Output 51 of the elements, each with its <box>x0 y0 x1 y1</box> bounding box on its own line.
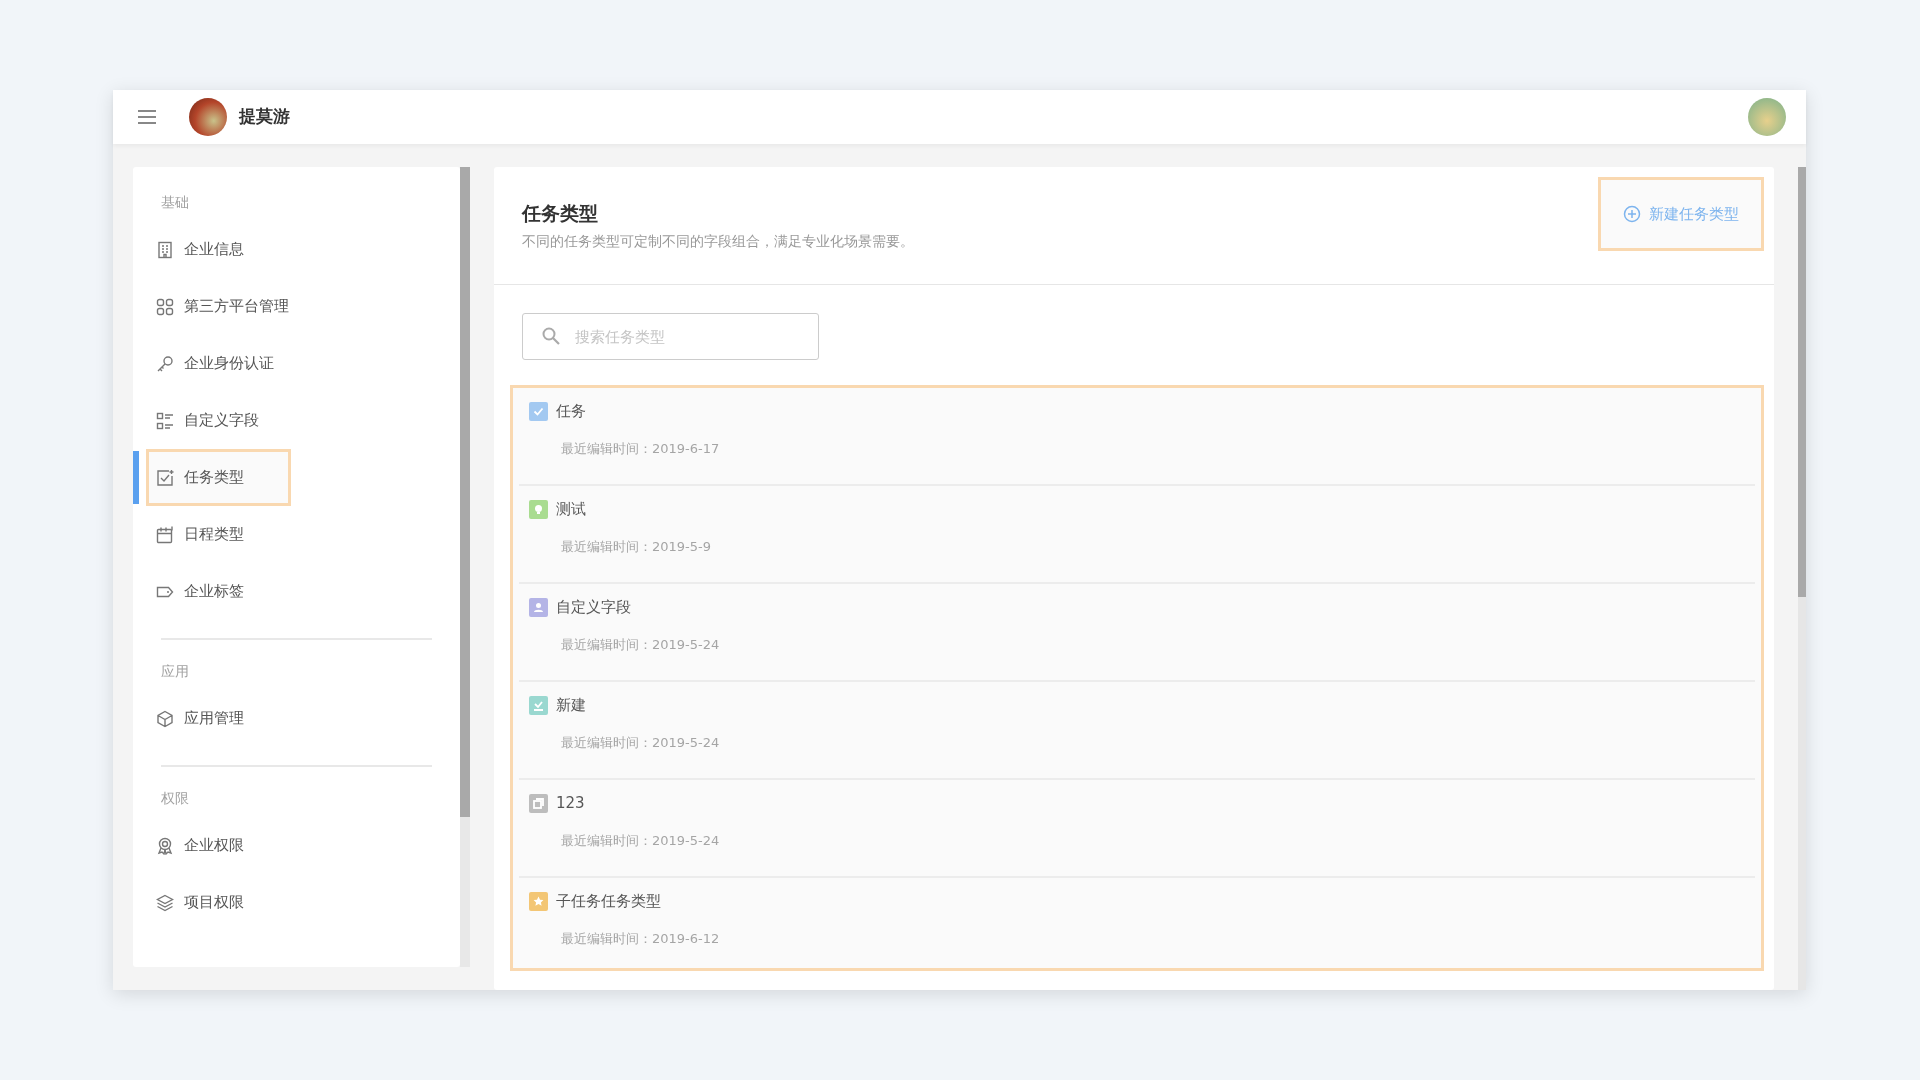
task-type-row[interactable]: 测试 最近编辑时间：2019-5-9 <box>519 486 1755 584</box>
key-icon <box>156 354 174 373</box>
task-type-name: 新建 <box>556 695 586 716</box>
section-label: 应用 <box>160 662 190 681</box>
cube-icon <box>156 709 174 728</box>
sidebar-item[interactable]: 任务类型 <box>133 449 460 506</box>
page-subtitle: 不同的任务类型可定制不同的字段组合，满足专业化场景需要。 <box>522 232 914 252</box>
edited-time: 最近编辑时间：2019-6-17 <box>561 439 721 458</box>
search-field[interactable]: 搜索任务类型 <box>522 313 819 360</box>
edited-time: 最近编辑时间：2019-5-24 <box>561 733 721 752</box>
task-type-name: 123 <box>556 793 585 814</box>
section-label: 权限 <box>160 789 190 808</box>
section-label: 基础 <box>160 193 190 212</box>
sidebar-item[interactable]: 企业标签 <box>133 563 460 620</box>
badge-icon <box>156 836 174 855</box>
building-icon <box>156 240 174 259</box>
sidebar-item[interactable]: 应用管理 <box>133 690 460 747</box>
sidebar-item[interactable]: 企业信息 <box>133 221 460 278</box>
calendar-icon <box>156 525 174 544</box>
task-type-row[interactable]: 自定义字段 最近编辑时间：2019-5-24 <box>519 584 1755 682</box>
sidebar-item[interactable]: 企业身份认证 <box>133 335 460 392</box>
user-avatar[interactable] <box>1748 98 1786 136</box>
page-title: 任务类型 <box>522 200 599 226</box>
sidebar-item[interactable]: 企业权限 <box>133 817 460 874</box>
logo <box>189 98 227 136</box>
task-icon <box>156 468 174 487</box>
sidebar-item[interactable]: 项目权限 <box>133 874 460 931</box>
grid-icon <box>156 297 174 316</box>
task-type-row[interactable]: 子任务任务类型 最近编辑时间：2019-6-12 <box>519 878 1755 968</box>
sidebar-item[interactable]: 日程类型 <box>133 506 460 563</box>
layers-icon <box>156 893 174 912</box>
sidebar-item[interactable]: 自定义字段 <box>133 392 460 449</box>
edited-time: 最近编辑时间：2019-6-12 <box>561 929 721 948</box>
search-icon <box>542 327 560 345</box>
brand-name: 提莫游 <box>239 105 290 129</box>
task-type-row[interactable]: 新建 最近编辑时间：2019-5-24 <box>519 682 1755 780</box>
sidebar-scrollbar[interactable] <box>460 167 470 967</box>
task-type-name: 自定义字段 <box>556 597 631 618</box>
menu-icon[interactable] <box>137 109 157 125</box>
edited-time: 最近编辑时间：2019-5-24 <box>561 831 721 850</box>
list-icon <box>156 411 174 430</box>
task-type-name: 测试 <box>556 499 586 520</box>
task-type-name: 任务 <box>556 401 586 422</box>
page-scrollbar[interactable] <box>1798 167 1806 990</box>
plus-circle-icon <box>1623 205 1641 223</box>
task-type-name: 子任务任务类型 <box>556 891 661 912</box>
edited-time: 最近编辑时间：2019-5-9 <box>561 537 712 556</box>
edited-time: 最近编辑时间：2019-5-24 <box>561 635 721 654</box>
sidebar-item[interactable]: 第三方平台管理 <box>133 278 460 335</box>
task-type-row[interactable]: 任务 最近编辑时间：2019-6-17 <box>519 388 1755 486</box>
task-type-row[interactable]: 123 最近编辑时间：2019-5-24 <box>519 780 1755 878</box>
